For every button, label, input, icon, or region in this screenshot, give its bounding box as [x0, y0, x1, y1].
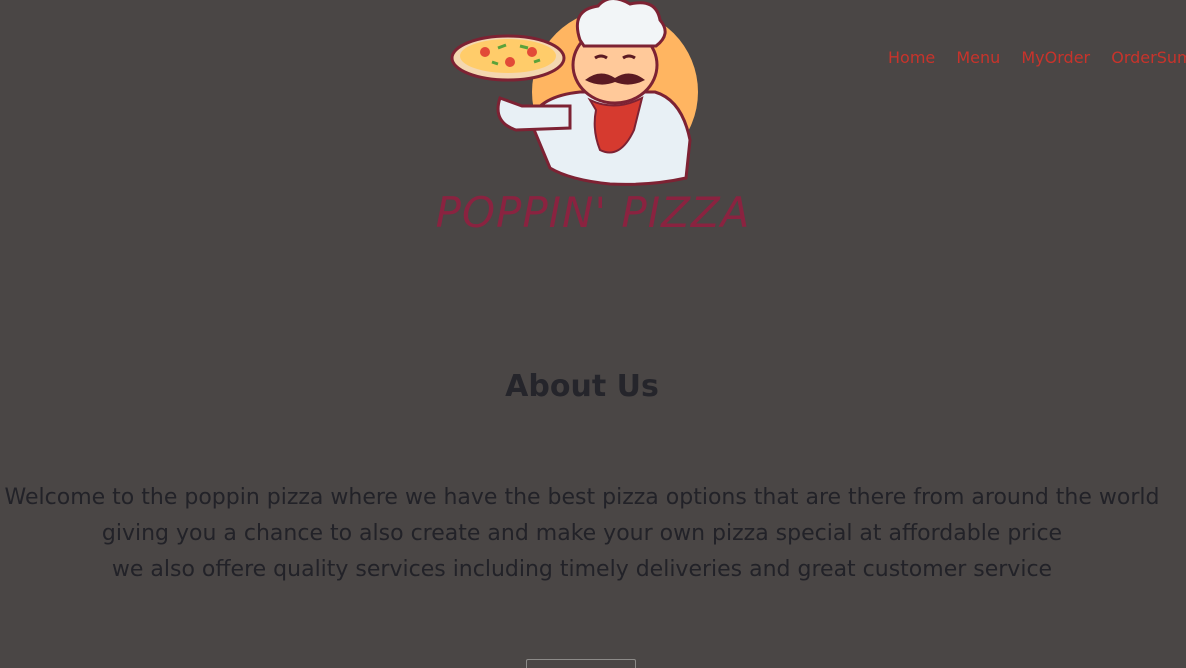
chef-illustration: [450, 0, 698, 186]
cta-button[interactable]: [526, 659, 636, 668]
brand-logo[interactable]: POPPIN' PIZZA: [420, 0, 766, 240]
nav-myorder-link[interactable]: MyOrder: [1021, 48, 1090, 67]
main-nav: Home Menu MyOrder OrderSumm: [888, 48, 1186, 72]
brand-name: POPPIN' PIZZA: [435, 188, 751, 237]
nav-home-link[interactable]: Home: [888, 48, 935, 67]
about-us-heading: About Us: [505, 368, 659, 404]
nav-menu-link[interactable]: Menu: [956, 48, 1000, 67]
about-line-1: Welcome to the poppin pizza where we hav…: [4, 485, 1160, 510]
nav-ordersummary-link[interactable]: OrderSumm: [1111, 48, 1186, 67]
about-line-2: giving you a chance to also create and m…: [101, 521, 1063, 546]
about-us-description: Welcome to the poppin pizza where we hav…: [0, 480, 1164, 588]
page: POPPIN' PIZZA Home Menu MyOrder OrderSum…: [0, 0, 1186, 668]
about-line-3: we also offere quality services includin…: [111, 557, 1053, 582]
